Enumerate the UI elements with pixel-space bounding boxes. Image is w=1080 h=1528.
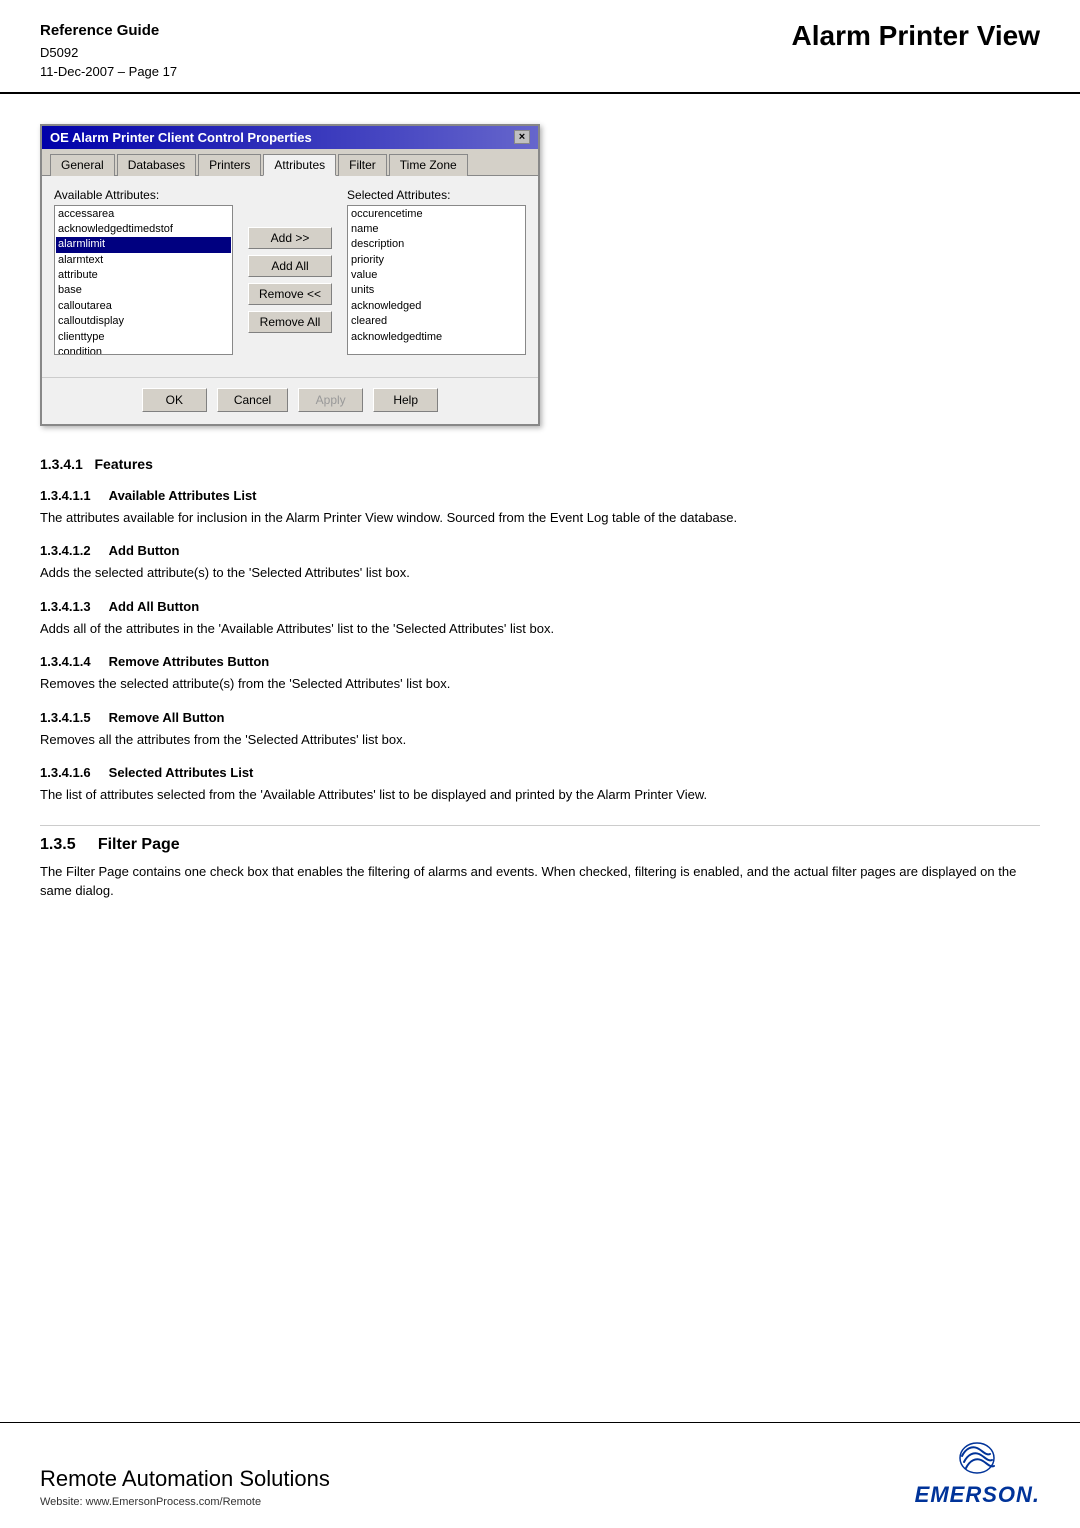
available-label: Available Attributes: — [54, 188, 233, 202]
section-135: 1.3.5 Filter Page The Filter Page contai… — [40, 825, 1040, 901]
remove-button[interactable]: Remove << — [248, 283, 332, 305]
page-header: Reference Guide D5092 11-Dec-2007 – Page… — [0, 0, 1080, 94]
section-13412-text: Adds the selected attribute(s) to the 'S… — [40, 563, 1040, 583]
list-item[interactable]: clienttype — [56, 330, 231, 345]
section-13416-text: The list of attributes selected from the… — [40, 785, 1040, 805]
section-13412-heading: 1.3.4.1.2 Add Button — [40, 543, 1040, 558]
list-item[interactable]: acknowledged — [349, 299, 524, 314]
selected-attributes-column: Selected Attributes: occurencetime name … — [347, 188, 526, 355]
dialog-tabs: General Databases Printers Attributes Fi… — [42, 149, 538, 176]
list-item[interactable]: calloutdisplay — [56, 314, 231, 329]
website-label: Website: — [40, 1496, 83, 1508]
emerson-wave-icon — [952, 1438, 1002, 1478]
attribute-action-buttons: Add >> Add All Remove << Remove All — [243, 188, 337, 355]
attributes-layout: Available Attributes: accessarea acknowl… — [54, 188, 526, 355]
list-item[interactable]: cleared — [349, 314, 524, 329]
doc-number: D5092 — [40, 43, 177, 63]
section-135-text: The Filter Page contains one check box t… — [40, 862, 1040, 901]
website-info: Website: www.EmersonProcess.com/Remote — [40, 1496, 330, 1508]
tab-attributes[interactable]: Attributes — [263, 154, 336, 176]
dialog-footer: OK Cancel Apply Help — [42, 377, 538, 424]
help-button[interactable]: Help — [373, 388, 438, 412]
section-13413-heading: 1.3.4.1.3 Add All Button — [40, 599, 1040, 614]
page-footer: Remote Automation Solutions Website: www… — [0, 1422, 1080, 1528]
list-item[interactable]: priority — [349, 253, 524, 268]
apply-button[interactable]: Apply — [298, 388, 363, 412]
list-item[interactable]: description — [349, 237, 524, 252]
footer-content: Remote Automation Solutions Website: www… — [40, 1438, 1040, 1508]
doc-title: Reference Guide — [40, 20, 177, 43]
ok-button[interactable]: OK — [142, 388, 207, 412]
available-attributes-column: Available Attributes: accessarea acknowl… — [54, 188, 233, 355]
dialog-titlebar: OE Alarm Printer Client Control Properti… — [42, 126, 538, 149]
section-1341: 1.3.4.1 Features 1.3.4.1.1 Available Att… — [40, 456, 1040, 805]
tab-printers[interactable]: Printers — [198, 154, 261, 176]
dialog-window: OE Alarm Printer Client Control Properti… — [40, 124, 540, 426]
section-13416-heading: 1.3.4.1.6 Selected Attributes List — [40, 765, 1040, 780]
dialog-body: Available Attributes: accessarea acknowl… — [42, 176, 538, 377]
tab-general[interactable]: General — [50, 154, 115, 176]
doc-date-page: 11-Dec-2007 – Page 17 — [40, 62, 177, 82]
list-item[interactable]: acknowledgedtime — [349, 330, 524, 345]
list-item[interactable]: attribute — [56, 268, 231, 283]
emerson-brand: EMERSON. — [915, 1482, 1040, 1508]
list-item[interactable]: alarmlimit — [56, 237, 231, 252]
list-item[interactable]: accessarea — [56, 207, 231, 222]
available-listbox[interactable]: accessarea acknowledgedtimedstof alarmli… — [54, 205, 233, 355]
list-item[interactable]: acknowledgedtimedstof — [56, 222, 231, 237]
selected-label: Selected Attributes: — [347, 188, 526, 202]
section-13411-heading: 1.3.4.1.1 Available Attributes List — [40, 488, 1040, 503]
list-item[interactable]: value — [349, 268, 524, 283]
list-item[interactable]: occurencetime — [349, 207, 524, 222]
list-item[interactable]: alarmtext — [56, 253, 231, 268]
section-13414-heading: 1.3.4.1.4 Remove Attributes Button — [40, 654, 1040, 669]
close-button[interactable]: × — [514, 130, 530, 144]
section-13413-text: Adds all of the attributes in the 'Avail… — [40, 619, 1040, 639]
section-1341-heading: 1.3.4.1 Features — [40, 456, 1040, 472]
section-135-heading: 1.3.5 Filter Page — [40, 825, 1040, 854]
website-url: www.EmersonProcess.com/Remote — [86, 1496, 261, 1508]
tab-databases[interactable]: Databases — [117, 154, 196, 176]
section-13415-heading: 1.3.4.1.5 Remove All Button — [40, 710, 1040, 725]
page-heading: Alarm Printer View — [792, 20, 1040, 52]
header-left: Reference Guide D5092 11-Dec-2007 – Page… — [40, 20, 177, 82]
section-13415-text: Removes all the attributes from the 'Sel… — [40, 730, 1040, 750]
remove-all-button[interactable]: Remove All — [248, 311, 332, 333]
company-name: Remote Automation Solutions — [40, 1466, 330, 1492]
list-item[interactable]: name — [349, 222, 524, 237]
section-13414-text: Removes the selected attribute(s) from t… — [40, 674, 1040, 694]
add-button[interactable]: Add >> — [248, 227, 332, 249]
section-13411-text: The attributes available for inclusion i… — [40, 508, 1040, 528]
footer-left: Remote Automation Solutions Website: www… — [40, 1466, 330, 1508]
selected-listbox[interactable]: occurencetime name description priority … — [347, 205, 526, 355]
tab-filter[interactable]: Filter — [338, 154, 387, 176]
list-item[interactable]: base — [56, 283, 231, 298]
main-content: OE Alarm Printer Client Control Properti… — [0, 94, 1080, 959]
tab-timezone[interactable]: Time Zone — [389, 154, 468, 176]
dialog-title: OE Alarm Printer Client Control Properti… — [50, 130, 312, 145]
list-item[interactable]: condition — [56, 345, 231, 354]
cancel-button[interactable]: Cancel — [217, 388, 288, 412]
add-all-button[interactable]: Add All — [248, 255, 332, 277]
list-item[interactable]: units — [349, 283, 524, 298]
list-item[interactable]: calloutarea — [56, 299, 231, 314]
emerson-logo: EMERSON. — [915, 1438, 1040, 1508]
